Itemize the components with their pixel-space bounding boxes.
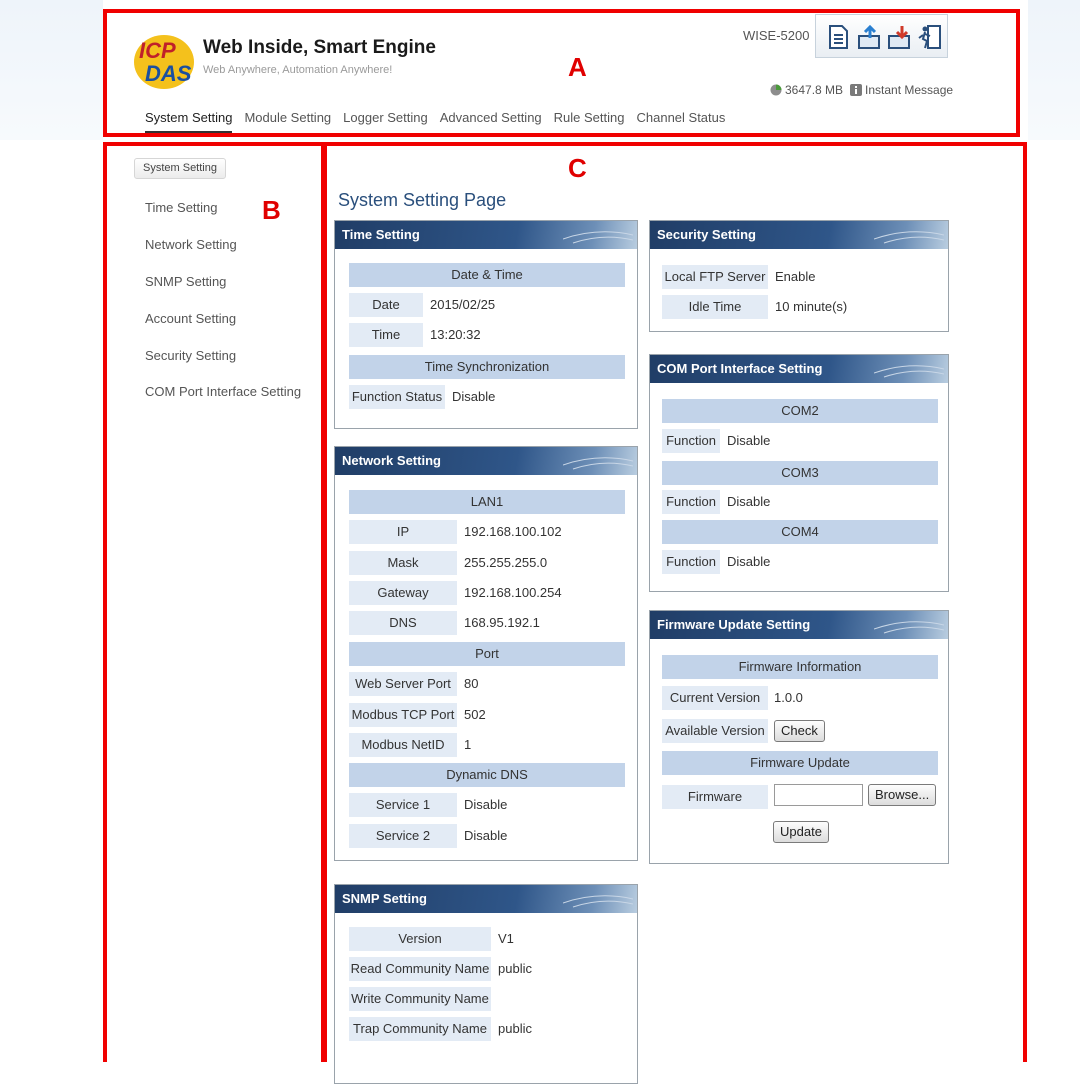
annotation-label-b: B [262,195,281,225]
annotation-box-a [103,9,1020,137]
annotation-box-b [103,142,327,1062]
annotation-label-a: A [568,52,587,82]
annotation-box-c [321,142,1027,1062]
annotation-label-c: C [568,153,587,183]
